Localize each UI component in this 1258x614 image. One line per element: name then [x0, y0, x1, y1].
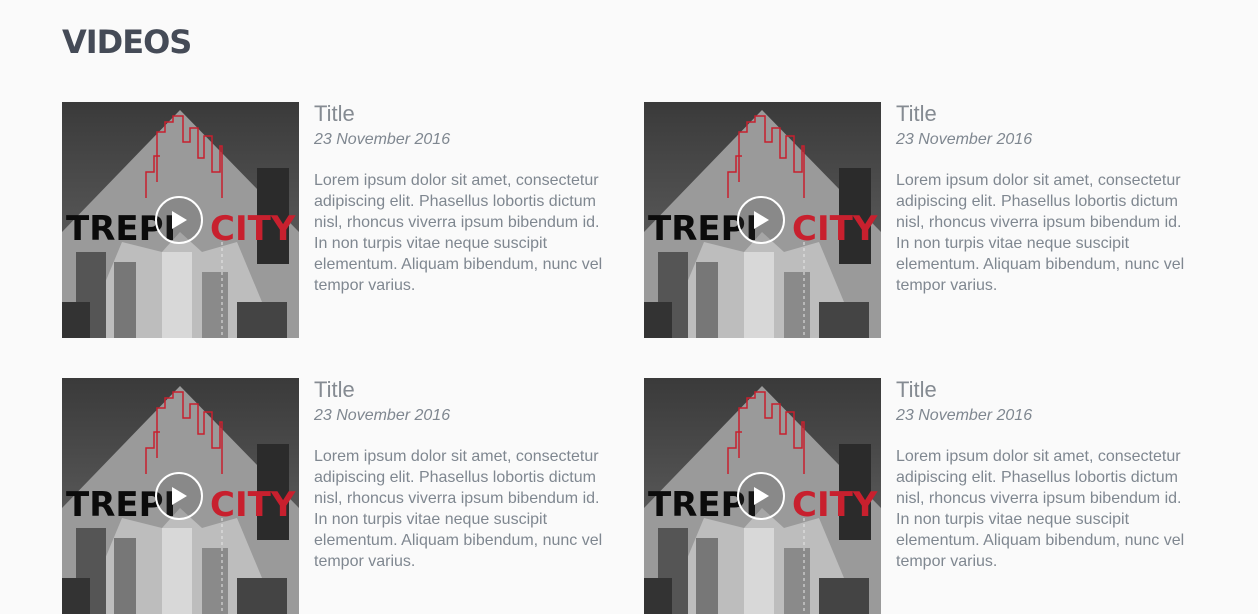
video-card: TREPI CITY Title 23 November 2016 Lorem … — [644, 378, 1202, 614]
thumbnail-word-right: CITY — [210, 485, 296, 525]
video-date: 23 November 2016 — [896, 407, 1033, 424]
video-title[interactable]: Title — [896, 102, 1196, 126]
video-info: Title 23 November 2016 Lorem ipsum dolor… — [314, 102, 614, 296]
video-thumbnail[interactable]: TREPI CITY — [644, 102, 881, 338]
play-icon — [172, 487, 187, 505]
thumbnail-word-right: CITY — [792, 485, 878, 525]
video-grid: TREPI CITY Title 23 November 2016 Lorem … — [62, 102, 1202, 614]
page-title: VIDEOS — [62, 23, 192, 61]
play-button[interactable] — [155, 472, 203, 520]
video-card: TREPI CITY Title 23 November 2016 Lorem … — [62, 378, 644, 614]
play-button[interactable] — [737, 196, 785, 244]
video-info: Title 23 November 2016 Lorem ipsum dolor… — [896, 102, 1196, 296]
play-button[interactable] — [737, 472, 785, 520]
video-title[interactable]: Title — [314, 102, 614, 126]
thumbnail-word-right: CITY — [792, 209, 878, 249]
video-title[interactable]: Title — [314, 378, 614, 402]
video-title[interactable]: Title — [896, 378, 1196, 402]
play-icon — [754, 211, 769, 229]
video-date: 23 November 2016 — [896, 131, 1033, 148]
video-description: Lorem ipsum dolor sit amet, consectetur … — [314, 448, 603, 570]
play-button[interactable] — [155, 196, 203, 244]
video-thumbnail[interactable]: TREPI CITY — [62, 378, 299, 614]
video-thumbnail[interactable]: TREPI CITY — [644, 378, 881, 614]
video-description: Lorem ipsum dolor sit amet, consectetur … — [896, 448, 1185, 570]
video-info: Title 23 November 2016 Lorem ipsum dolor… — [314, 378, 614, 572]
thumbnail-word-right: CITY — [210, 209, 296, 249]
video-description: Lorem ipsum dolor sit amet, consectetur … — [314, 172, 603, 294]
video-card: TREPI CITY Title 23 November 2016 Lorem … — [644, 102, 1202, 338]
video-card: TREPI CITY Title 23 November 2016 Lorem … — [62, 102, 644, 338]
video-date: 23 November 2016 — [314, 407, 451, 424]
video-thumbnail[interactable]: TREPI CITY — [62, 102, 299, 338]
play-icon — [754, 487, 769, 505]
video-info: Title 23 November 2016 Lorem ipsum dolor… — [896, 378, 1196, 572]
video-date: 23 November 2016 — [314, 131, 451, 148]
play-icon — [172, 211, 187, 229]
video-description: Lorem ipsum dolor sit amet, consectetur … — [896, 172, 1185, 294]
